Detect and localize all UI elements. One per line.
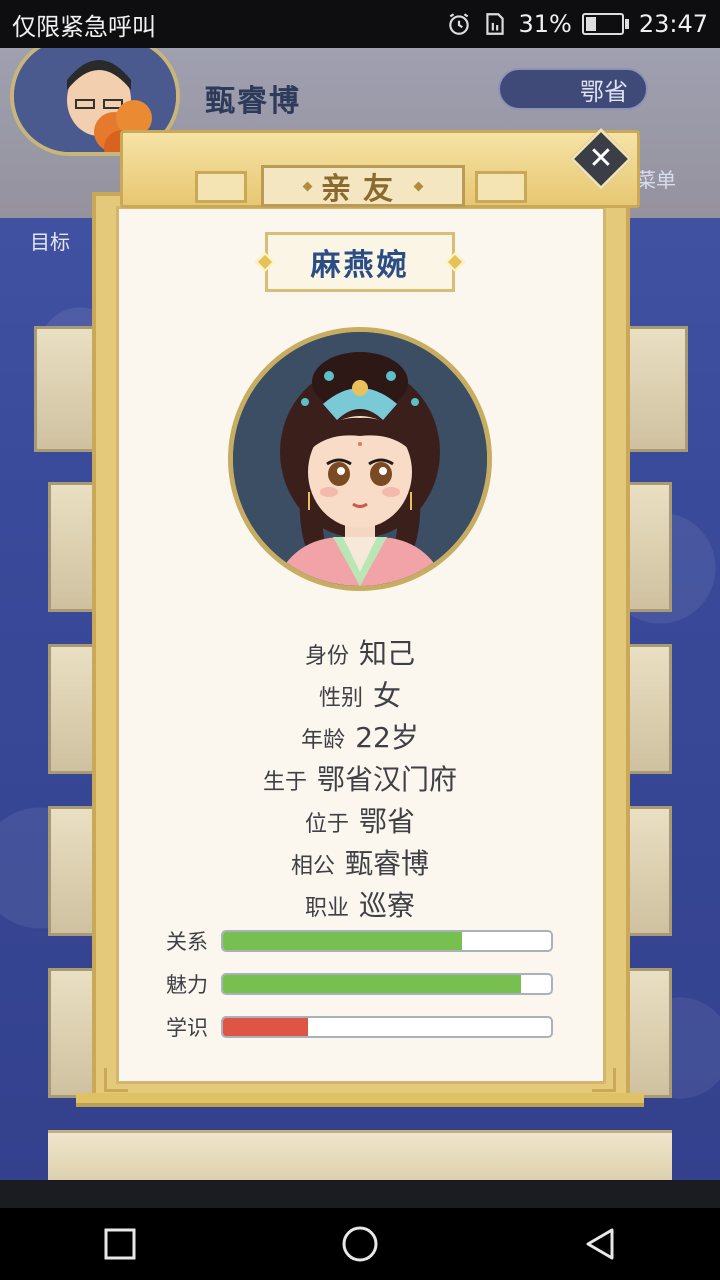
corner-ornament	[592, 1068, 616, 1092]
status-bar: 仅限紧急呼叫 31% 23:47	[0, 0, 720, 48]
stat-fill	[223, 932, 463, 950]
goal-label[interactable]: 目标	[30, 226, 70, 255]
header-side-plate	[475, 171, 527, 203]
info-value: 鄂省	[359, 805, 416, 838]
region-label: 鄂省	[580, 77, 628, 106]
battery-icon	[581, 13, 629, 35]
title-dot	[302, 181, 313, 191]
info-husband: 相公 甄睿博	[100, 842, 620, 882]
info-location: 位于 鄂省	[100, 800, 620, 840]
info-value: 鄂省汉门府	[317, 763, 458, 796]
info-identity: 身份 知己	[100, 632, 620, 672]
dialog-base	[76, 1093, 644, 1107]
info-value: 知己	[359, 637, 416, 670]
stat-label: 魅力	[166, 973, 208, 997]
clock: 23:47	[638, 10, 708, 38]
battery-percent: 31%	[518, 10, 572, 38]
stat-bar	[221, 930, 553, 952]
player-name: 甄睿博	[205, 84, 301, 119]
info-age: 年龄 22岁	[100, 716, 620, 756]
stat-knowledge: 学识	[166, 1014, 566, 1040]
header-side-plate	[195, 171, 247, 203]
info-key: 相公	[290, 854, 335, 879]
sim-icon	[486, 13, 505, 35]
navigation-bar	[0, 1208, 720, 1280]
info-value: 22岁	[355, 721, 419, 754]
stat-relationship: 关系	[166, 928, 566, 954]
stat-charm: 魅力	[166, 971, 566, 997]
info-key: 生于	[262, 770, 307, 795]
info-key: 位于	[304, 812, 349, 837]
stat-bar	[221, 973, 553, 995]
person-portrait	[228, 327, 492, 591]
info-value: 甄睿博	[345, 847, 430, 880]
person-name-plate: 麻燕婉	[255, 232, 465, 292]
stat-label: 关系	[166, 930, 208, 954]
back-button[interactable]	[570, 1214, 630, 1274]
close-icon: ✕	[588, 141, 614, 176]
info-occupation: 职业 巡寮	[100, 884, 620, 924]
nav-strip	[0, 1180, 720, 1208]
info-value: 女	[373, 679, 402, 712]
stat-bar	[221, 1016, 553, 1038]
region-pill[interactable]: 鄂省	[498, 68, 648, 110]
alarm-icon	[449, 13, 470, 35]
stat-label: 学识	[166, 1016, 208, 1040]
recent-apps-button[interactable]	[90, 1214, 150, 1274]
dialog-title: 亲友	[261, 165, 465, 207]
square-icon	[104, 1228, 136, 1260]
info-gender: 性别女	[100, 674, 620, 714]
title-dot	[413, 181, 424, 191]
info-birthplace: 生于 鄂省汉门府	[100, 758, 620, 798]
stat-fill	[223, 1018, 309, 1036]
portrait-art	[233, 332, 487, 586]
home-button[interactable]	[330, 1214, 390, 1274]
triangle-back-icon	[586, 1228, 614, 1260]
info-key: 身份	[304, 644, 349, 669]
dialog-title-text: 亲友	[321, 172, 405, 207]
person-name: 麻燕婉	[310, 248, 410, 283]
info-key: 性别	[318, 686, 363, 711]
info-value: 巡寮	[359, 889, 416, 922]
info-key: 年龄	[301, 728, 346, 753]
dialog-header: 亲友	[120, 130, 640, 208]
menu-label[interactable]: 菜单	[636, 164, 676, 193]
carrier-text: 仅限紧急呼叫	[12, 12, 156, 41]
corner-ornament	[104, 1068, 128, 1092]
stat-fill	[223, 975, 522, 993]
circle-icon	[342, 1226, 378, 1262]
info-key: 职业	[304, 896, 349, 921]
